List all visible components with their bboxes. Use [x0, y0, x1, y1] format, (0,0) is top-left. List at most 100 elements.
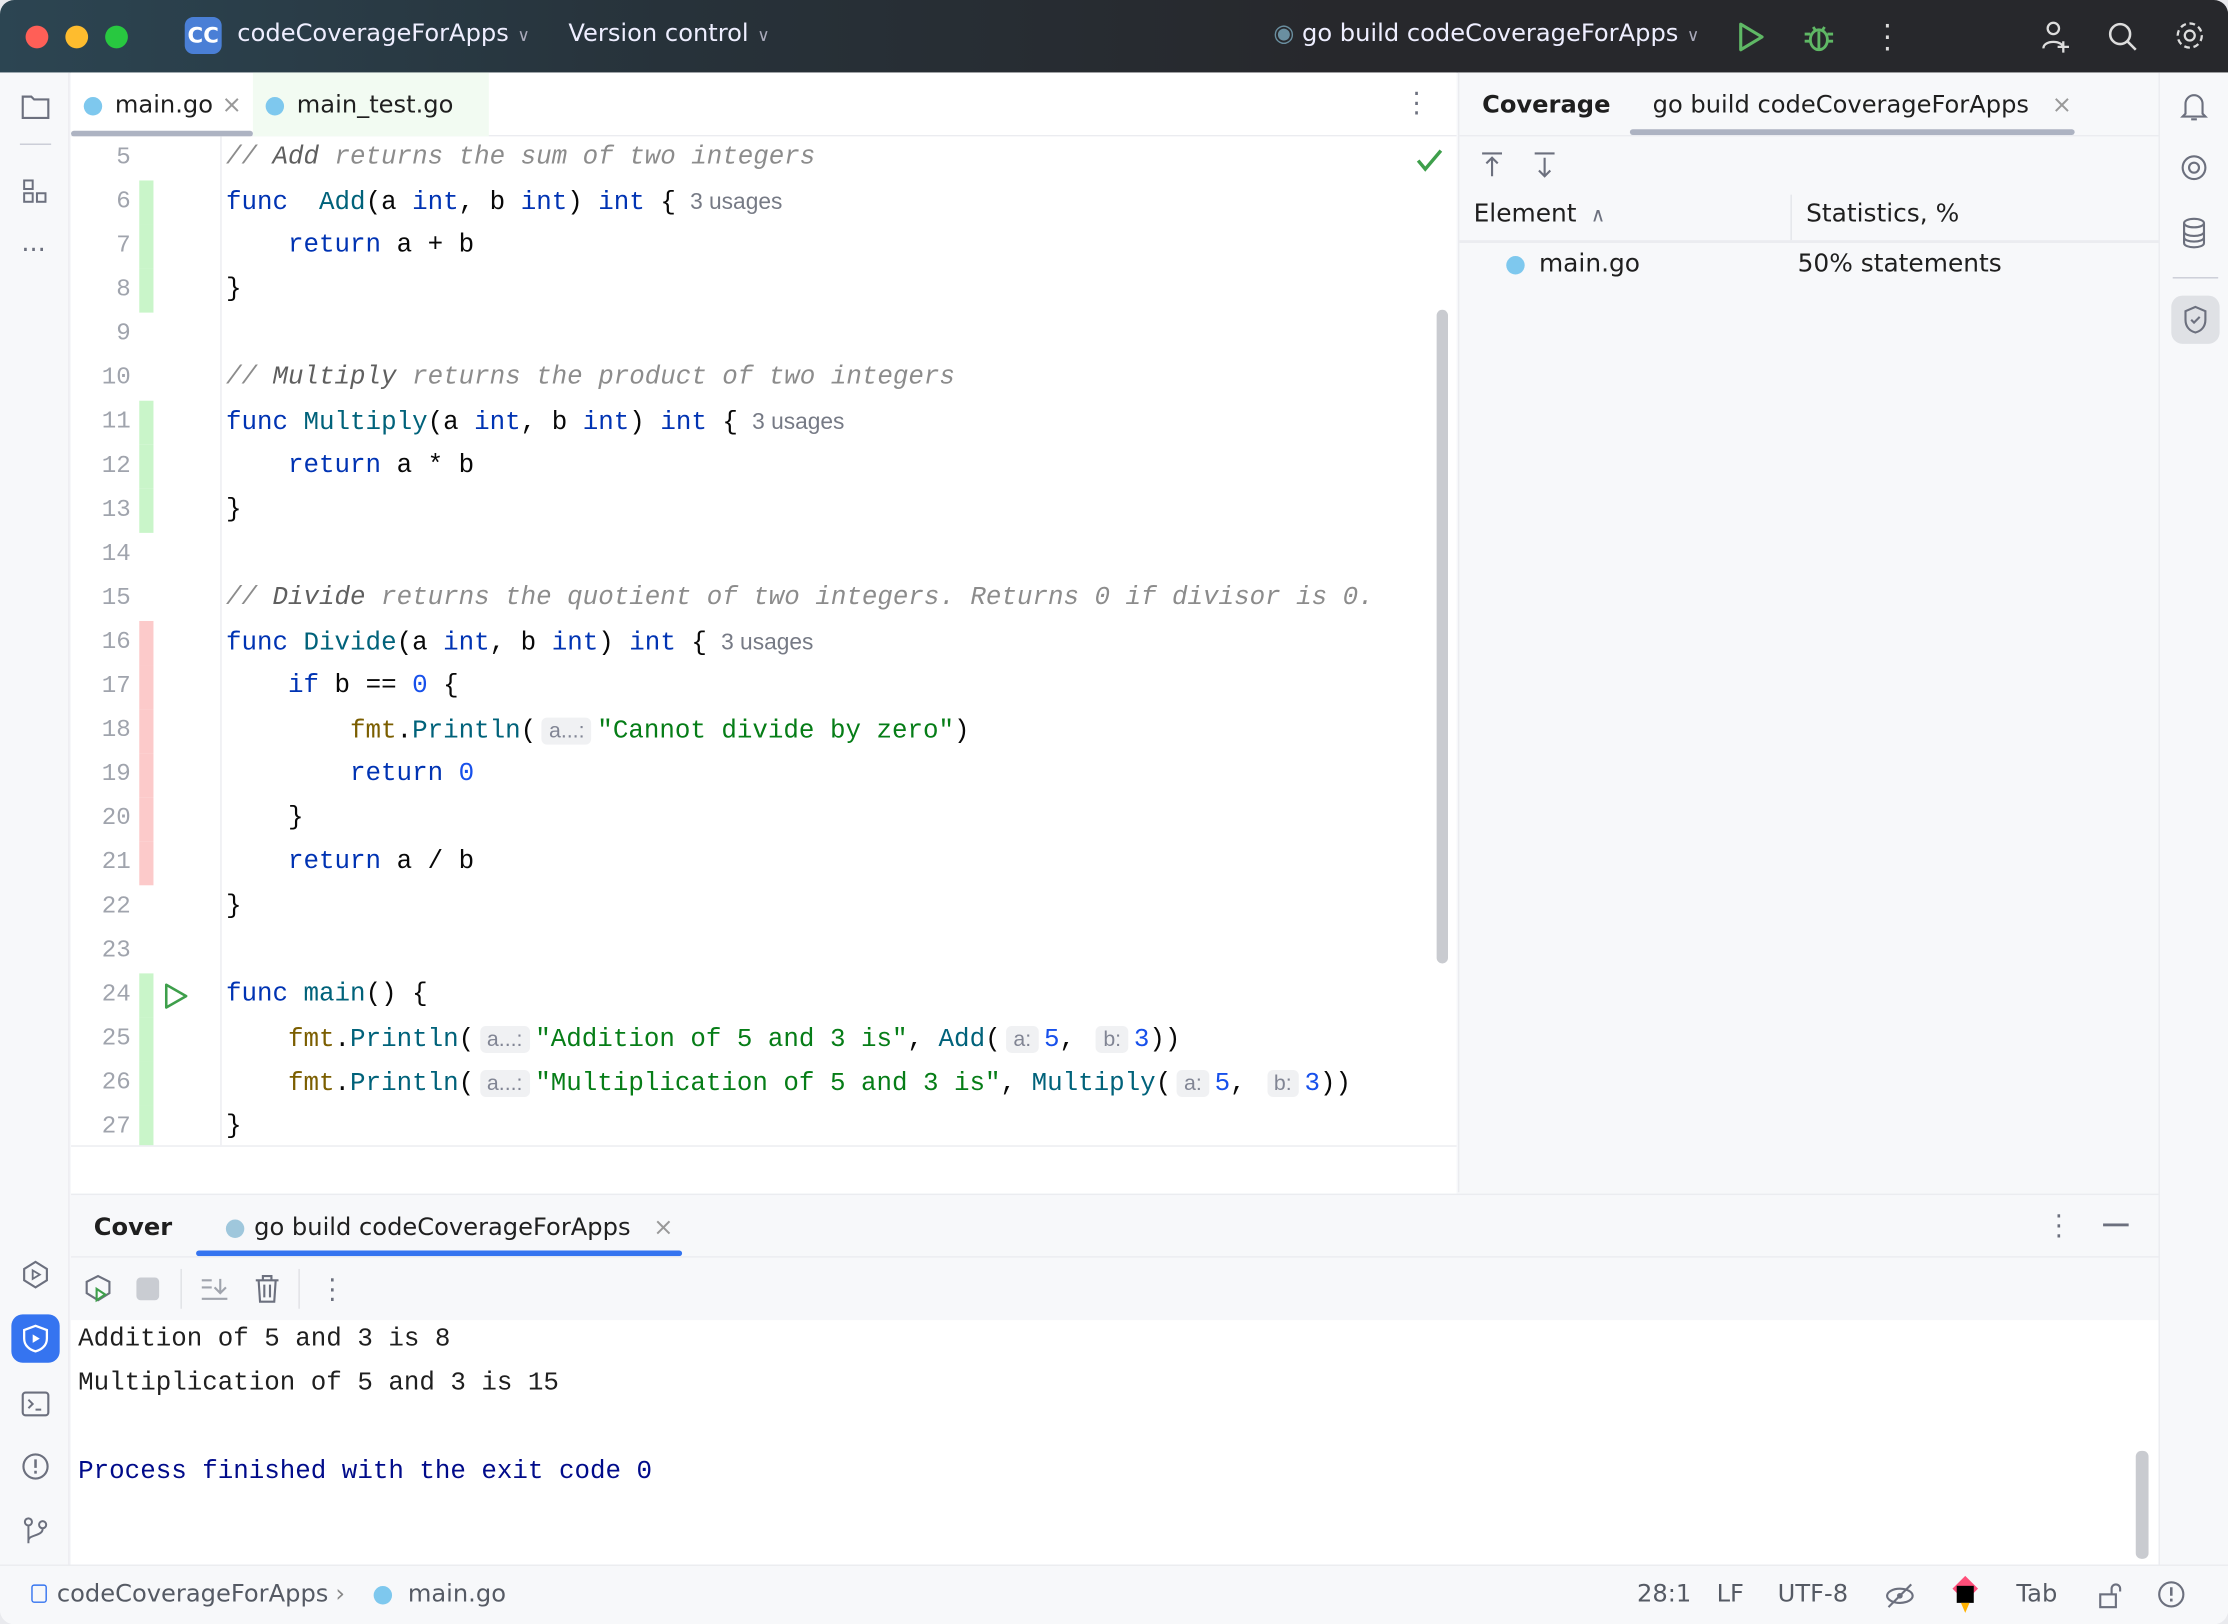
- tab-main-go[interactable]: ● main.go ×: [71, 72, 253, 137]
- toolbar-more-icon[interactable]: · · ·: [328, 1268, 336, 1313]
- coverage-shield-icon[interactable]: [2171, 295, 2220, 344]
- line-number[interactable]: 6: [71, 180, 130, 224]
- usages-link[interactable]: 3 usages: [690, 190, 782, 214]
- file-encoding[interactable]: UTF-8: [1778, 1580, 1848, 1608]
- stop-icon[interactable]: [136, 1277, 160, 1301]
- column-header-statistics[interactable]: Statistics, %: [1806, 200, 1959, 228]
- code-line[interactable]: 19 return 0: [71, 753, 1456, 798]
- code-line[interactable]: 6 func Add(a int, b int) int {3 usages: [71, 180, 1456, 225]
- code-line[interactable]: 15 // Divide returns the quotient of two …: [71, 577, 1456, 621]
- navigate-up-icon[interactable]: [1479, 151, 1505, 179]
- coverage-tool-icon[interactable]: [11, 1314, 60, 1363]
- read-only-lock-icon[interactable]: [2097, 1582, 2125, 1610]
- problems-icon[interactable]: [21, 1452, 49, 1480]
- git-branch-icon[interactable]: [23, 1516, 49, 1544]
- code-line[interactable]: 23: [71, 929, 1456, 973]
- notifications-bell-icon[interactable]: [2180, 91, 2208, 122]
- close-tab-icon[interactable]: ×: [653, 1214, 673, 1242]
- line-number[interactable]: 14: [71, 533, 131, 577]
- options-more-icon[interactable]: · · ·: [2055, 1204, 2063, 1249]
- ide-logo-icon[interactable]: [1950, 1574, 1981, 1614]
- editor-scrollbar[interactable]: [1436, 309, 1448, 964]
- code-editor[interactable]: 5 // Add returns the sum of two integers 6…: [71, 136, 1457, 1146]
- clear-trash-icon[interactable]: [253, 1273, 281, 1304]
- line-number[interactable]: 22: [71, 885, 131, 929]
- scroll-to-end-icon[interactable]: [199, 1275, 230, 1303]
- usages-link[interactable]: 3 usages: [721, 631, 813, 655]
- rerun-icon[interactable]: [84, 1273, 115, 1307]
- search-icon[interactable]: [2107, 21, 2138, 52]
- structure-icon[interactable]: [23, 179, 49, 205]
- line-number[interactable]: 27: [71, 1106, 131, 1146]
- code-line[interactable]: 18 fmt.Println(a...: "Cannot divide by ze…: [71, 709, 1456, 754]
- line-number[interactable]: 19: [71, 753, 131, 797]
- breadcrumb-file[interactable]: main.go: [408, 1580, 506, 1608]
- code-line[interactable]: 22}: [71, 885, 1456, 929]
- coverage-row[interactable]: ● main.go 50% statements: [1459, 244, 2160, 287]
- minimize-panel-icon[interactable]: [2103, 1223, 2129, 1227]
- line-number[interactable]: 8: [71, 269, 130, 313]
- line-separator[interactable]: LF: [1717, 1580, 1744, 1608]
- code-line[interactable]: 9: [71, 313, 1456, 357]
- run-gutter-icon[interactable]: [162, 982, 190, 1010]
- line-number[interactable]: 13: [71, 489, 131, 533]
- tabs-more-icon[interactable]: · · ·: [1412, 82, 1420, 127]
- code-line[interactable]: 13}: [71, 488, 1456, 533]
- breadcrumb-project[interactable]: codeCoverageForApps: [57, 1580, 329, 1608]
- run-config-selector[interactable]: ◉ go build codeCoverageForApps ∨: [1273, 20, 1699, 48]
- line-number[interactable]: 7: [71, 225, 130, 269]
- line-number[interactable]: 5: [71, 136, 130, 180]
- run-icon[interactable]: [1736, 21, 1764, 52]
- maximize-window-button[interactable]: [105, 25, 128, 49]
- more-actions-icon[interactable]: · · ·: [1883, 11, 1892, 62]
- line-number[interactable]: 9: [71, 313, 130, 357]
- database-icon[interactable]: [2181, 217, 2207, 249]
- problems-status-icon[interactable]: [2157, 1580, 2185, 1608]
- code-line[interactable]: 11 func Multiply(a int, b int) int {3 usa…: [71, 400, 1456, 445]
- line-number[interactable]: 23: [71, 929, 131, 973]
- settings-gear-icon[interactable]: [2174, 20, 2205, 51]
- line-number[interactable]: 20: [71, 797, 131, 841]
- line-number[interactable]: 21: [71, 841, 131, 885]
- ai-assistant-icon[interactable]: [2180, 153, 2208, 181]
- code-line[interactable]: 20 }: [71, 797, 1456, 842]
- code-line[interactable]: 24 func main() {: [71, 973, 1456, 1018]
- code-line[interactable]: 12 return a * b: [71, 444, 1456, 489]
- line-number[interactable]: 11: [71, 401, 131, 445]
- code-line[interactable]: 7 return a + b: [71, 224, 1456, 269]
- code-line[interactable]: 14: [71, 533, 1456, 577]
- line-number[interactable]: 12: [71, 445, 131, 489]
- usages-link[interactable]: 3 usages: [752, 411, 844, 435]
- code-line[interactable]: 16 func Divide(a int, b int) int {3 usage…: [71, 620, 1456, 666]
- add-user-icon[interactable]: [2039, 20, 2073, 54]
- code-line[interactable]: 25 fmt.Println(a...: "Addition of 5 and 3…: [71, 1017, 1456, 1062]
- code-line[interactable]: 10 // Multiply returns the product of two…: [71, 357, 1456, 401]
- console-scrollbar[interactable]: [2135, 1450, 2149, 1559]
- line-number[interactable]: 24: [71, 973, 131, 1017]
- line-number[interactable]: 16: [71, 621, 131, 665]
- code-line[interactable]: 8}: [71, 268, 1456, 313]
- close-window-button[interactable]: [25, 25, 49, 49]
- minimize-window-button[interactable]: [65, 25, 89, 49]
- debug-icon[interactable]: [1802, 20, 1836, 54]
- line-number[interactable]: 17: [71, 665, 131, 709]
- line-number[interactable]: 26: [71, 1061, 131, 1105]
- line-number[interactable]: 10: [71, 357, 131, 401]
- run-tool-icon[interactable]: [20, 1259, 51, 1290]
- terminal-icon[interactable]: [21, 1391, 50, 1417]
- run-tab[interactable]: ● go build codeCoverageForApps ×: [225, 1214, 674, 1242]
- coverage-run-tab[interactable]: go build codeCoverageForApps ×: [1653, 91, 2072, 119]
- close-tab-icon[interactable]: ×: [2052, 91, 2072, 119]
- console-output[interactable]: Addition of 5 and 3 is 8 Multiplication …: [71, 1320, 2159, 1566]
- indent-setting[interactable]: Tab: [2016, 1580, 2057, 1608]
- vcs-menu[interactable]: Version control ∨: [568, 20, 769, 48]
- project-folder-icon[interactable]: [21, 94, 50, 120]
- close-tab-icon[interactable]: ×: [222, 90, 242, 118]
- code-line[interactable]: 17 if b == 0 {: [71, 665, 1456, 710]
- line-number[interactable]: 15: [71, 577, 131, 621]
- navigate-down-icon[interactable]: [1532, 151, 1558, 179]
- code-line[interactable]: 26 fmt.Println(a...: "Multiplication of 5…: [71, 1061, 1456, 1106]
- column-header-element[interactable]: Element ∧: [1474, 200, 1606, 228]
- tab-main-test-go[interactable]: ● main_test.go: [252, 72, 489, 137]
- more-tools-icon[interactable]: ···: [21, 236, 45, 266]
